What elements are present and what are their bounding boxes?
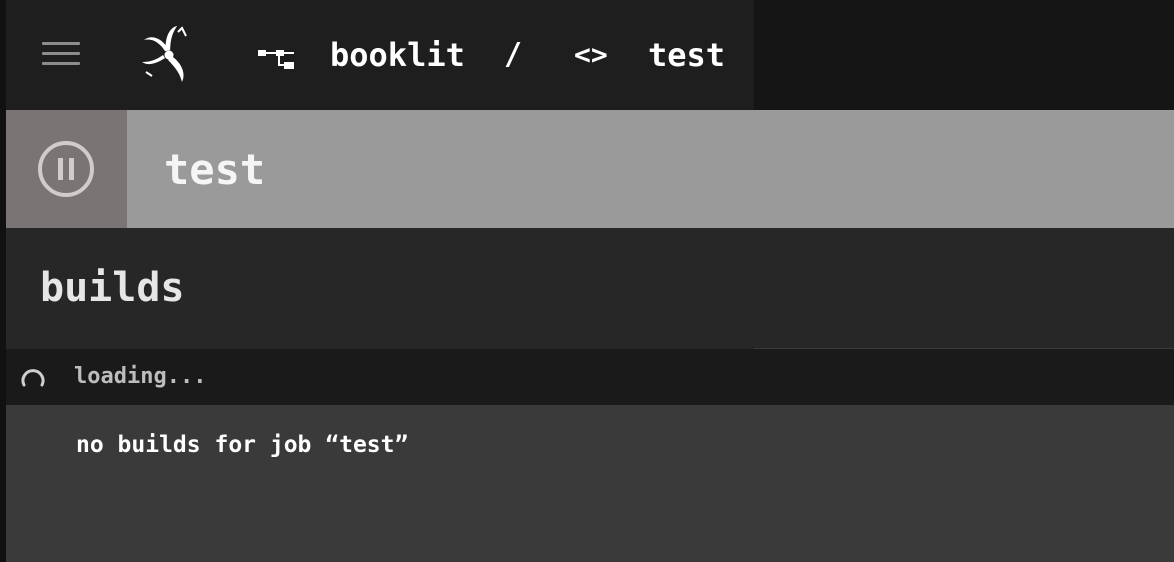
pause-circle-icon [38, 141, 94, 197]
concourse-logo-icon[interactable] [138, 24, 200, 86]
loading-text: loading... [74, 364, 207, 389]
hamburger-icon[interactable] [42, 38, 80, 68]
breadcrumb-job[interactable]: test [648, 30, 725, 80]
spinner-icon [20, 365, 46, 391]
top-bar: booklit / <> test [6, 0, 754, 110]
pipeline-icon [256, 44, 300, 72]
top-bar-right [754, 0, 1174, 110]
loading-bar: loading... [6, 349, 1174, 405]
job-header: test [6, 110, 1174, 228]
builds-content: no builds for job “test” [6, 405, 1174, 562]
breadcrumb-pipeline[interactable]: booklit [330, 30, 465, 80]
job-icon: <> [574, 38, 608, 71]
job-title: test [164, 145, 266, 194]
empty-builds-message: no builds for job “test” [76, 432, 409, 458]
breadcrumb-separator: / [504, 37, 523, 72]
pause-toggle-button[interactable] [6, 110, 127, 228]
builds-section: builds [6, 228, 1174, 349]
builds-heading: builds [40, 265, 185, 311]
